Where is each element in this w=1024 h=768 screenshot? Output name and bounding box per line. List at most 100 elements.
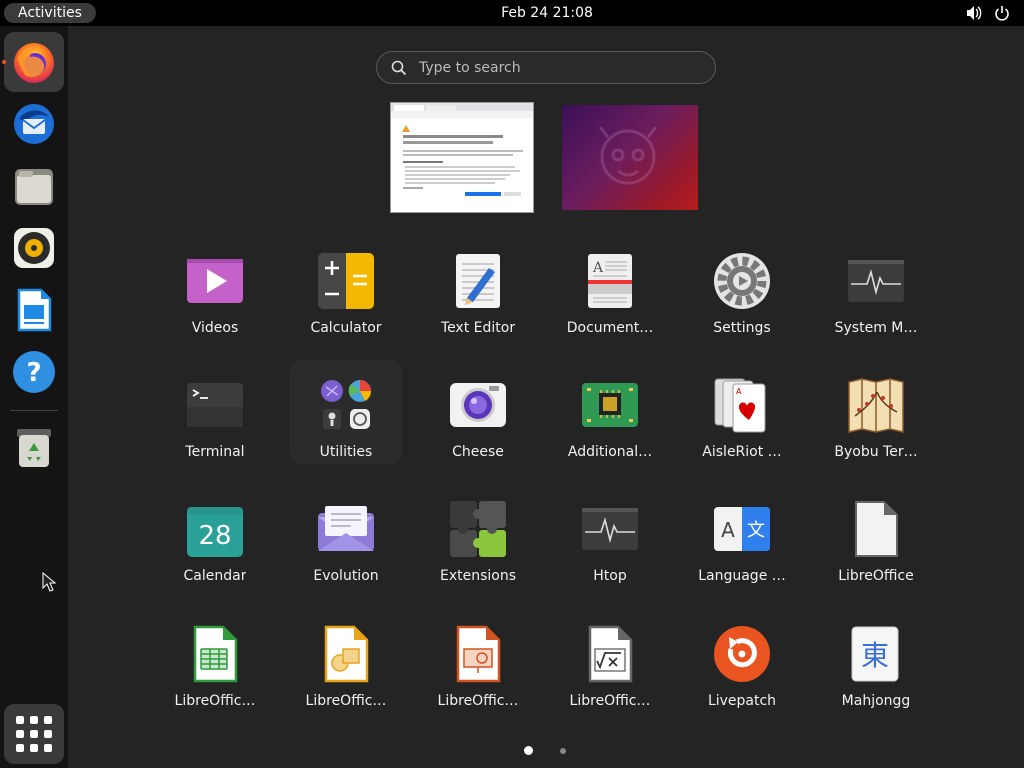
svg-text:文: 文 <box>747 520 765 541</box>
app-label: Document… <box>566 320 654 336</box>
app-label: Extensions <box>439 568 517 584</box>
libreoffice-impress-icon <box>456 625 501 683</box>
calendar-icon: 28 <box>187 507 243 557</box>
app-grid-icon <box>16 716 24 724</box>
firefox-icon <box>14 43 54 83</box>
utilities-folder-icon <box>321 380 372 429</box>
app-libreoffice-math[interactable]: LibreOffic… <box>554 619 666 723</box>
search-input[interactable] <box>419 59 699 76</box>
document-viewer-icon: A <box>588 254 632 308</box>
app-document-viewer[interactable]: A Document… <box>554 246 666 350</box>
calculator-icon <box>318 253 374 309</box>
thunderbird-icon <box>14 104 54 144</box>
browser-window-preview <box>391 103 533 196</box>
app-label: System M… <box>834 320 918 336</box>
app-cheese[interactable]: Cheese <box>422 370 534 474</box>
app-byobu[interactable]: Byobu Ter… <box>820 370 932 474</box>
app-folder-utilities[interactable]: Utilities <box>290 360 402 464</box>
app-evolution[interactable]: Evolution <box>290 494 402 598</box>
app-label: Byobu Ter… <box>834 444 918 460</box>
language-icon: A文 <box>714 507 770 551</box>
app-label: Mahjongg <box>841 693 911 709</box>
dock-files[interactable] <box>4 156 64 216</box>
libreoffice-icon <box>855 501 898 557</box>
dock-trash[interactable] <box>4 418 64 478</box>
videos-icon <box>187 259 243 303</box>
text-editor-icon <box>456 254 500 308</box>
workspace-thumbnail-2[interactable] <box>562 105 698 210</box>
app-language-support[interactable]: A文 Language … <box>686 494 798 598</box>
dock-help[interactable]: ? <box>4 342 64 402</box>
app-label: Utilities <box>319 444 373 460</box>
files-icon <box>15 169 53 205</box>
libreoffice-calc-icon <box>193 625 238 683</box>
show-apps-button[interactable] <box>4 704 64 764</box>
mahjongg-glyph: 東 <box>861 639 889 672</box>
app-additional-drivers[interactable]: Additional… <box>554 370 666 474</box>
libreoffice-draw-icon <box>324 625 369 683</box>
search-icon <box>391 60 407 75</box>
htop-icon <box>582 508 638 550</box>
app-calendar[interactable]: 28 Calendar <box>159 494 271 598</box>
activities-button[interactable]: Activities <box>4 3 96 23</box>
system-tray[interactable] <box>966 4 1010 22</box>
app-libreoffice[interactable]: LibreOffice <box>820 494 932 598</box>
app-htop[interactable]: Htop <box>554 494 666 598</box>
app-label: LibreOffic… <box>305 693 387 709</box>
app-label: LibreOffice <box>838 568 914 584</box>
app-label: Calculator <box>310 320 382 336</box>
svg-text:A: A <box>736 387 742 396</box>
app-calculator[interactable]: Calculator <box>290 246 402 350</box>
mouse-cursor <box>42 572 56 592</box>
cheese-icon <box>450 383 506 427</box>
app-label: LibreOffic… <box>174 693 256 709</box>
app-label: LibreOffic… <box>569 693 651 709</box>
libreoffice-math-icon <box>588 625 633 683</box>
dock-thunderbird[interactable] <box>4 94 64 154</box>
app-label: Evolution <box>313 568 379 584</box>
app-label: Videos <box>191 320 239 336</box>
app-label: Terminal <box>185 444 245 460</box>
help-icon: ? <box>13 351 55 393</box>
app-label: AisleRiot … <box>702 444 782 460</box>
app-label: Text Editor <box>440 320 516 336</box>
app-text-editor[interactable]: Text Editor <box>422 246 534 350</box>
search-box[interactable] <box>376 51 716 84</box>
app-system-monitor[interactable]: System M… <box>820 246 932 350</box>
trash-icon <box>17 429 51 467</box>
app-livepatch[interactable]: Livepatch <box>686 619 798 723</box>
app-libreoffice-impress[interactable]: LibreOffic… <box>422 619 534 723</box>
running-indicator <box>2 60 6 64</box>
settings-icon <box>714 253 770 309</box>
terminal-icon <box>187 383 243 427</box>
dock-writer[interactable] <box>4 280 64 340</box>
workspace-thumbnail-1[interactable] <box>390 102 534 213</box>
svg-text:A: A <box>721 518 735 542</box>
app-label: Livepatch <box>707 693 777 709</box>
app-libreoffice-calc[interactable]: LibreOffic… <box>159 619 271 723</box>
svg-text:?: ? <box>26 358 41 388</box>
clock[interactable]: Feb 24 21:08 <box>0 0 1024 26</box>
rhythmbox-icon <box>14 228 54 268</box>
page-indicator-1[interactable] <box>524 746 533 755</box>
volume-icon[interactable] <box>966 4 982 22</box>
app-label: Additional… <box>567 444 653 460</box>
dock-rhythmbox[interactable] <box>4 218 64 278</box>
app-extensions[interactable]: Extensions <box>422 494 534 598</box>
power-icon[interactable] <box>994 4 1010 22</box>
calendar-day: 28 <box>198 521 231 551</box>
app-label: Language … <box>698 568 786 584</box>
extensions-icon <box>450 501 506 557</box>
app-aisleriot[interactable]: A AisleRiot … <box>686 370 798 474</box>
page-indicator-2[interactable] <box>560 748 566 754</box>
dock-firefox[interactable] <box>4 32 64 92</box>
app-label: Htop <box>593 568 627 584</box>
app-label: Calendar <box>183 568 247 584</box>
app-settings[interactable]: Settings <box>686 246 798 350</box>
app-libreoffice-draw[interactable]: LibreOffic… <box>290 619 402 723</box>
app-label: LibreOffic… <box>437 693 519 709</box>
app-mahjongg[interactable]: 東 Mahjongg <box>820 619 932 723</box>
top-bar: Activities Feb 24 21:08 <box>0 0 1024 26</box>
app-videos[interactable]: Videos <box>159 246 271 350</box>
app-terminal[interactable]: Terminal <box>159 370 271 474</box>
